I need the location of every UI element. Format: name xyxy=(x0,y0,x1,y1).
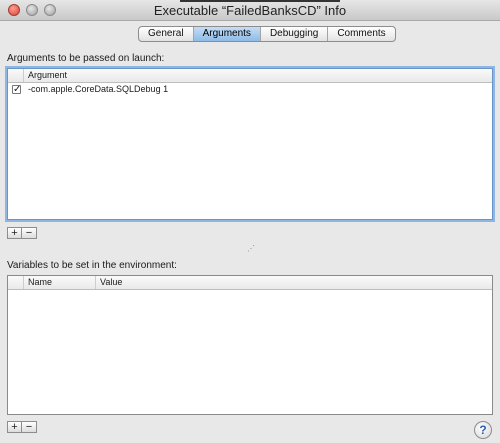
arguments-table-header: Argument xyxy=(8,69,492,83)
title-bar: Executable “FailedBanksCD” Info xyxy=(0,0,500,21)
remove-variable-button[interactable]: − xyxy=(22,421,37,433)
title-bar-strip xyxy=(180,0,340,2)
window-title: Executable “FailedBanksCD” Info xyxy=(153,3,347,18)
tab-bar: General Arguments Debugging Comments xyxy=(138,26,396,42)
argument-enabled-checkbox[interactable] xyxy=(12,83,21,96)
split-view-handle[interactable]: ⋰ xyxy=(247,245,255,253)
tab-comments[interactable]: Comments xyxy=(328,27,394,41)
add-variable-button[interactable]: + xyxy=(7,421,22,433)
tab-debugging[interactable]: Debugging xyxy=(261,27,329,41)
value-column-header[interactable]: Value xyxy=(96,276,492,289)
argument-value-cell[interactable]: -com.apple.CoreData.SQLDebug 1 xyxy=(24,83,492,96)
arguments-section-label: Arguments to be passed on launch: xyxy=(7,53,165,64)
tab-arguments[interactable]: Arguments xyxy=(193,27,261,41)
add-argument-button[interactable]: + xyxy=(7,227,22,239)
environment-section-label: Variables to be set in the environment: xyxy=(7,260,177,271)
name-column-header[interactable]: Name xyxy=(24,276,96,289)
arguments-table[interactable]: Argument -com.apple.CoreData.SQLDebug 1 xyxy=(7,68,493,220)
checkbox-column-header[interactable] xyxy=(8,276,24,289)
row-checkbox-cell xyxy=(8,83,24,96)
arguments-button-group: + − xyxy=(7,227,37,239)
table-row[interactable]: -com.apple.CoreData.SQLDebug 1 xyxy=(8,83,492,96)
remove-argument-button[interactable]: − xyxy=(22,227,37,239)
environment-table[interactable]: Name Value xyxy=(7,275,493,415)
help-button[interactable]: ? xyxy=(474,421,492,439)
checkbox-column-header[interactable] xyxy=(8,69,24,82)
environment-table-header: Name Value xyxy=(8,276,492,290)
environment-button-group: + − xyxy=(7,421,37,433)
argument-column-header[interactable]: Argument xyxy=(24,69,492,82)
tab-general[interactable]: General xyxy=(139,27,194,41)
